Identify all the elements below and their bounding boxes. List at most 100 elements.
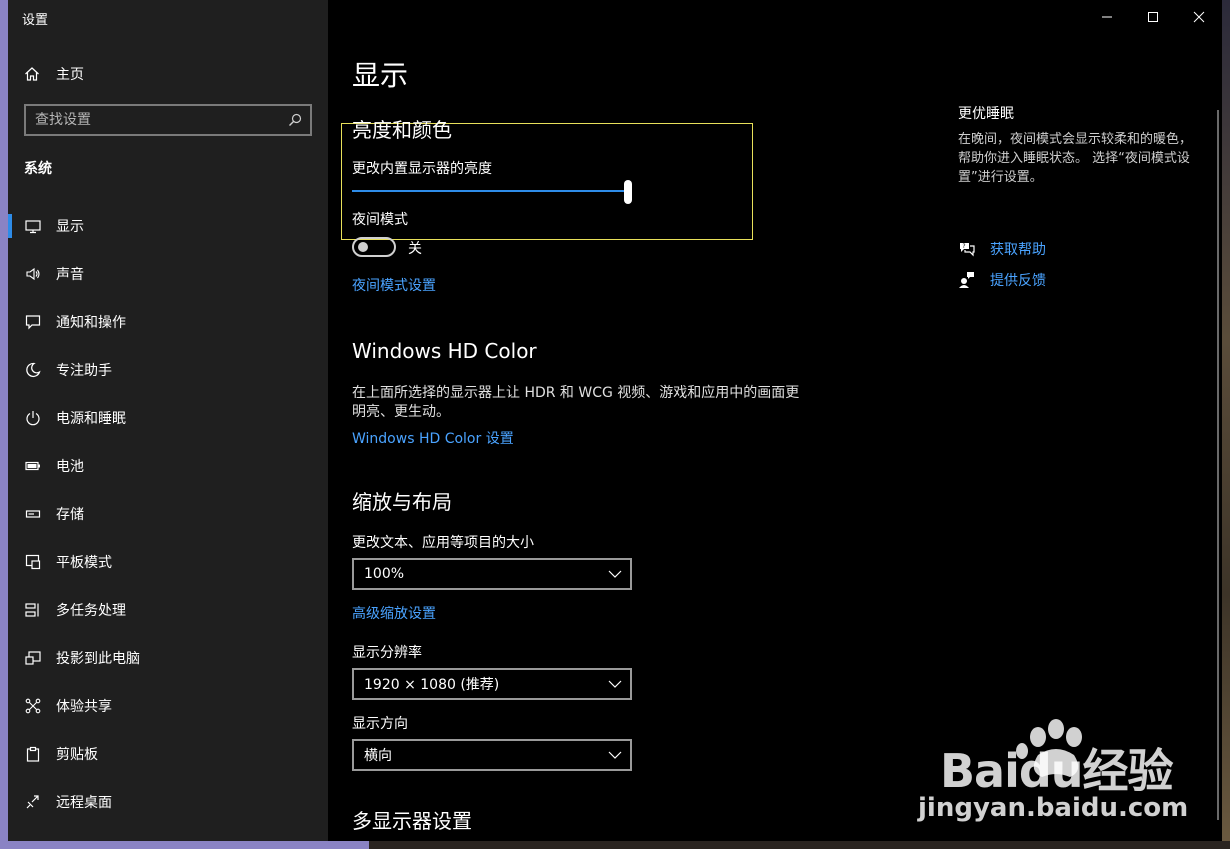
search-box — [24, 104, 312, 136]
monitor-icon — [24, 217, 42, 235]
sidebar-item-label: 存储 — [56, 507, 84, 523]
sidebar-item-remote-desktop[interactable]: 远程桌面 — [8, 778, 328, 826]
sidebar-item-project[interactable]: 投影到此电脑 — [8, 634, 328, 682]
night-mode-settings-link[interactable]: 夜间模式设置 — [352, 275, 436, 295]
sidebar-item-notifications[interactable]: 通知和操作 — [8, 298, 328, 346]
minimize-button[interactable] — [1084, 0, 1130, 34]
orientation-dropdown-value: 横向 — [364, 748, 392, 764]
sidebar-nav: 显示 声音 通知和操作 专注助手 电源和睡眠 电池 存储 平板模式 多任务处理 … — [8, 202, 328, 826]
text-size-label: 更改文本、应用等项目的大小 — [352, 535, 534, 551]
desktop-background-bottom — [0, 841, 1230, 849]
feedback-icon — [958, 271, 976, 289]
project-icon — [24, 649, 42, 667]
toggle-knob — [358, 242, 368, 252]
hdr-settings-link[interactable]: Windows HD Color 设置 — [352, 428, 514, 448]
home-nav-item[interactable]: 主页 — [22, 58, 312, 90]
maximize-icon — [1148, 12, 1158, 22]
get-help-link[interactable]: ? 获取帮助 — [958, 238, 1046, 260]
right-panel-description: 在晚间，夜间模式会显示较柔和的暖色，帮助你进入睡眠状态。 选择“夜间模式设置”进… — [958, 132, 1193, 185]
sidebar-item-power-sleep[interactable]: 电源和睡眠 — [8, 394, 328, 442]
sidebar-item-label: 通知和操作 — [56, 315, 126, 331]
give-feedback-label: 提供反馈 — [990, 273, 1046, 289]
multi-display-heading: 多显示器设置 — [352, 809, 472, 833]
sidebar-item-label: 剪贴板 — [56, 747, 98, 763]
slider-thumb[interactable] — [624, 180, 632, 204]
night-mode-state: 关 — [408, 241, 422, 257]
page-title: 显示 — [352, 59, 409, 92]
brightness-label: 更改内置显示器的亮度 — [352, 161, 492, 177]
advanced-scaling-link[interactable]: 高级缩放设置 — [352, 603, 436, 623]
sidebar-item-clipboard[interactable]: 剪贴板 — [8, 730, 328, 778]
search-input[interactable] — [26, 112, 284, 128]
speaker-icon — [24, 265, 42, 283]
hdr-description-line1: 在上面所选择的显示器上让 HDR 和 WCG 视频、游戏和应用中的画面更 — [352, 385, 800, 401]
brightness-slider[interactable] — [352, 180, 632, 204]
search-icon[interactable] — [284, 109, 306, 131]
slider-fill — [352, 190, 632, 192]
sidebar-item-label: 显示 — [56, 219, 84, 235]
watermark-brand: Baidu经验 — [940, 744, 1174, 798]
window-title: 设置 — [22, 13, 49, 28]
sidebar-item-label: 平板模式 — [56, 555, 112, 571]
help-chat-icon: ? — [958, 240, 976, 258]
scale-layout-heading: 缩放与布局 — [352, 490, 452, 514]
sidebar-item-storage[interactable]: 存储 — [8, 490, 328, 538]
scale-dropdown[interactable]: 100% — [352, 558, 632, 590]
scrollbar[interactable] — [1217, 110, 1219, 820]
moon-icon — [24, 361, 42, 379]
clipboard-icon — [24, 745, 42, 763]
resolution-dropdown-value: 1920 × 1080 (推荐) — [364, 677, 500, 693]
sidebar-item-label: 电源和睡眠 — [56, 411, 126, 427]
chevron-down-icon — [600, 680, 630, 688]
watermark-url: jingyan.baidu.com — [918, 793, 1189, 823]
close-button[interactable] — [1176, 0, 1222, 34]
sidebar-item-focus-assist[interactable]: 专注助手 — [8, 346, 328, 394]
svg-text:?: ? — [962, 243, 965, 250]
sidebar-item-shared-experience[interactable]: 体验共享 — [8, 682, 328, 730]
maximize-button[interactable] — [1130, 0, 1176, 34]
scale-dropdown-value: 100% — [364, 566, 405, 582]
sidebar-item-display[interactable]: 显示 — [8, 202, 328, 250]
notification-icon — [24, 313, 42, 331]
remote-icon — [24, 793, 42, 811]
sidebar-item-label: 投影到此电脑 — [56, 651, 140, 667]
share-icon — [24, 697, 42, 715]
sidebar-item-tablet-mode[interactable]: 平板模式 — [8, 538, 328, 586]
minimize-icon — [1102, 16, 1112, 18]
orientation-label: 显示方向 — [352, 716, 408, 732]
storage-icon — [24, 505, 42, 523]
brightness-color-heading: 亮度和颜色 — [352, 118, 452, 142]
hdr-description-line2: 明亮、更生动。 — [352, 404, 450, 420]
desktop-background-left — [0, 0, 8, 849]
tablet-icon — [24, 553, 42, 571]
orientation-dropdown[interactable]: 横向 — [352, 739, 632, 771]
night-mode-label: 夜间模式 — [352, 212, 408, 228]
sidebar-item-multitasking[interactable]: 多任务处理 — [8, 586, 328, 634]
desktop-background-right — [1222, 0, 1230, 849]
sidebar-item-label: 声音 — [56, 267, 84, 283]
resolution-label: 显示分辨率 — [352, 645, 422, 661]
sidebar-item-label: 体验共享 — [56, 699, 112, 715]
sidebar-item-label: 电池 — [56, 459, 84, 475]
chevron-down-icon — [600, 570, 630, 578]
sidebar-item-label: 远程桌面 — [56, 795, 112, 811]
home-label: 主页 — [56, 67, 84, 83]
baidu-jingyan-watermark: Baidu经验 jingyan.baidu.com — [910, 715, 1220, 840]
multitask-icon — [24, 601, 42, 619]
get-help-label: 获取帮助 — [990, 242, 1046, 258]
sidebar-item-label: 专注助手 — [56, 363, 112, 379]
chevron-down-icon — [600, 751, 630, 759]
battery-icon — [24, 457, 42, 475]
home-icon — [22, 64, 42, 84]
give-feedback-link[interactable]: 提供反馈 — [958, 269, 1046, 291]
sidebar-item-battery[interactable]: 电池 — [8, 442, 328, 490]
power-icon — [24, 409, 42, 427]
hdr-heading: Windows HD Color — [352, 339, 537, 363]
night-mode-toggle[interactable] — [352, 237, 396, 257]
sidebar-item-sound[interactable]: 声音 — [8, 250, 328, 298]
close-icon — [1193, 11, 1205, 23]
resolution-dropdown[interactable]: 1920 × 1080 (推荐) — [352, 668, 632, 700]
sidebar-item-label: 多任务处理 — [56, 603, 126, 619]
sidebar: 设置 主页 系统 显示 声 — [8, 0, 328, 841]
section-label-system: 系统 — [24, 161, 52, 177]
